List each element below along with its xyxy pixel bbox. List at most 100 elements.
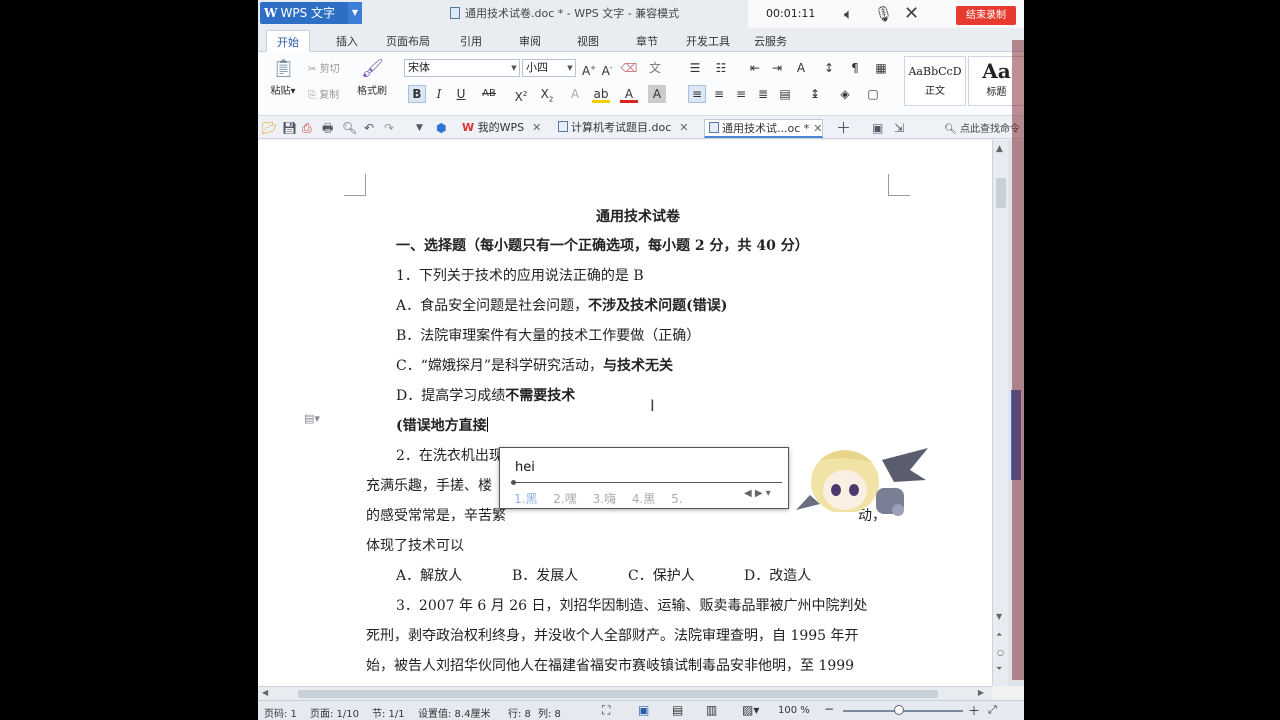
ime-candidate[interactable]: 5. [671,492,682,506]
tab-cloud[interactable]: 云服务 [754,33,787,49]
tab-review[interactable]: 审阅 [519,33,541,49]
save-icon[interactable]: 💾︎ [282,120,297,136]
ime-candidate[interactable]: 3.嗨 [593,492,616,506]
full-screen-icon[interactable]: ⛶ [602,703,610,718]
microphone-icon[interactable]: 🎙︎ [874,6,893,22]
superscript-icon[interactable]: X2 [512,85,530,104]
numbered-list-icon[interactable]: ☷ [712,59,730,77]
outline-view-icon[interactable]: ▤ [672,703,683,717]
decrease-indent-icon[interactable]: ⇤ [746,59,764,77]
new-tab-icon[interactable]: ＋ [836,120,851,136]
open-folder-icon[interactable]: 📂︎ [262,120,277,136]
wps-app-menu-button[interactable]: W WPS 文字 ▼ [260,2,362,24]
grow-font-icon[interactable]: A+ [580,59,598,78]
shrink-font-icon[interactable]: A- [598,59,616,78]
print-icon[interactable]: 🖶︎ [322,120,333,136]
format-painter-button[interactable]: 🖌︎ 格式刷 [354,58,390,97]
window-mode-icon[interactable]: ▣ [872,120,883,136]
vertical-scroll-thumb[interactable] [996,178,1006,208]
ime-candidate[interactable]: 2.嘿 [553,492,576,506]
ime-candidate[interactable]: 1.黑 [514,492,537,506]
font-size-select[interactable]: 小四 ▼ [522,59,576,77]
cube-icon[interactable]: ⬢ [436,120,446,136]
vertical-scrollbar[interactable]: ▲ ▼ ⏶ ○ ⏷ [992,140,1008,686]
clear-format-icon[interactable]: ⌫ [620,59,638,77]
undo-icon[interactable]: ↶ [364,120,374,136]
scroll-left-icon[interactable]: ◀ [262,688,268,697]
pinyin-guide-icon[interactable]: 文 [646,59,664,77]
close-icon[interactable]: ✕ [532,121,541,134]
zoom-in-icon[interactable]: ＋ [968,702,980,719]
ime-page-arrows[interactable]: ◀ ▶ ▾ [744,488,771,499]
tab-page-layout[interactable]: 页面布局 [386,33,430,49]
align-center-icon[interactable]: ≡ [710,85,728,103]
horizontal-scrollbar[interactable]: ◀ ▶ [258,686,992,700]
distribute-icon[interactable]: ▤ [776,85,794,103]
speaker-icon[interactable]: 🔈︎ [844,6,853,22]
tab-insert[interactable]: 插入 [336,33,358,49]
cut-button[interactable]: ✂ 剪切 [308,60,340,75]
scroll-down-icon[interactable]: ▼ [996,612,1002,621]
ime-candidate[interactable]: 4.黒 [632,492,655,506]
font-color-icon[interactable]: A [620,85,638,103]
prev-page-icon[interactable]: ⏶ [996,630,1002,640]
zoom-slider-knob[interactable] [894,705,904,715]
style-normal[interactable]: AaBbCcD 正文 [904,56,966,106]
text-effect-icon[interactable]: A [566,85,584,103]
bold-icon[interactable]: B [408,85,426,103]
horizontal-scroll-thumb[interactable] [298,690,938,698]
doc-tab-current[interactable]: 通用技术试...oc * ✕ [704,119,824,138]
page-up-icon[interactable]: ▲ [996,144,1003,154]
sort-icon[interactable]: ↕ [820,59,838,77]
paste-button[interactable]: 📋︎ 粘贴▾ [266,58,300,97]
copy-button[interactable]: ⎘ 复制 [308,86,339,101]
paragraph-layout-icon[interactable]: ▤▾ [304,412,320,425]
font-name-select[interactable]: 宋体 ▼ [404,59,520,77]
web-view-icon[interactable]: ▥ [706,703,717,717]
tab-view[interactable]: 视图 [577,33,599,49]
tab-developer[interactable]: 开发工具 [686,33,730,49]
table-icon[interactable]: ▦ [872,59,890,77]
borders-icon[interactable]: ▢ [864,85,882,103]
customize-qat-icon[interactable]: ▼ [416,120,423,136]
tab-references[interactable]: 引用 [460,33,482,49]
pdf-export-icon[interactable]: ⎙ [302,120,312,136]
fit-window-icon[interactable]: ⤢ [988,703,997,717]
tab-home[interactable]: 开始 [266,30,310,52]
zoom-out-icon[interactable]: − [824,702,834,716]
close-icon[interactable]: ✕ [679,121,688,134]
next-page-icon[interactable]: ⏷ [996,664,1002,674]
close-icon[interactable]: ✕ [813,122,822,135]
zoom-level[interactable]: 100 % [778,705,810,716]
stop-recording-button[interactable]: 结束录制 [956,6,1016,25]
strikethrough-icon[interactable]: AB [480,85,498,103]
print-preview-icon[interactable]: 🔍︎ [342,120,357,136]
increase-indent-icon[interactable]: ⇥ [768,59,786,77]
close-icon[interactable]: ✕ [904,5,919,23]
subscript-icon[interactable]: X2 [538,85,556,103]
align-left-icon[interactable]: ≡ [688,85,706,103]
change-case-icon[interactable]: A [792,59,810,77]
shading-icon[interactable]: ◈ [836,85,854,103]
italic-icon[interactable]: I [430,85,448,103]
align-right-icon[interactable]: ≡ [732,85,750,103]
scroll-right-icon[interactable]: ▶ [978,688,984,697]
char-shading-icon[interactable]: A [648,85,666,103]
find-command-button[interactable]: 🔍︎ 点此查找命令 [944,120,1020,135]
browse-object-icon[interactable]: ○ [997,648,1004,657]
question-3-line1: 3．2007 年 6 月 26 日，刘招华因制造、运输、贩卖毒品罪被广州中院判处 [396,598,868,614]
doc-tab-computer-exam[interactable]: 计算机考试题目.doc ✕ [554,119,688,138]
tab-list-icon[interactable]: ⇲ [894,120,904,136]
redo-icon[interactable]: ↷ [384,120,394,136]
underline-icon[interactable]: U [452,85,470,103]
line-spacing-icon[interactable]: ↨ [806,85,824,103]
document-page[interactable]: 通用技术试卷 一、选择题（每小题只有一个正确选项，每小题 2 分，共 40 分）… [258,140,992,686]
justify-icon[interactable]: ≣ [754,85,772,103]
tab-chapter[interactable]: 章节 [636,33,658,49]
reading-mode-icon[interactable]: ▨▾ [742,703,759,717]
highlight-icon[interactable]: ab [592,85,610,103]
doc-tab-my-wps[interactable]: W 我的WPS ✕ [458,119,541,138]
bullet-list-icon[interactable]: ☰ [686,59,704,77]
show-marks-icon[interactable]: ¶ [846,59,864,77]
page-view-icon[interactable]: ▣ [638,703,649,717]
